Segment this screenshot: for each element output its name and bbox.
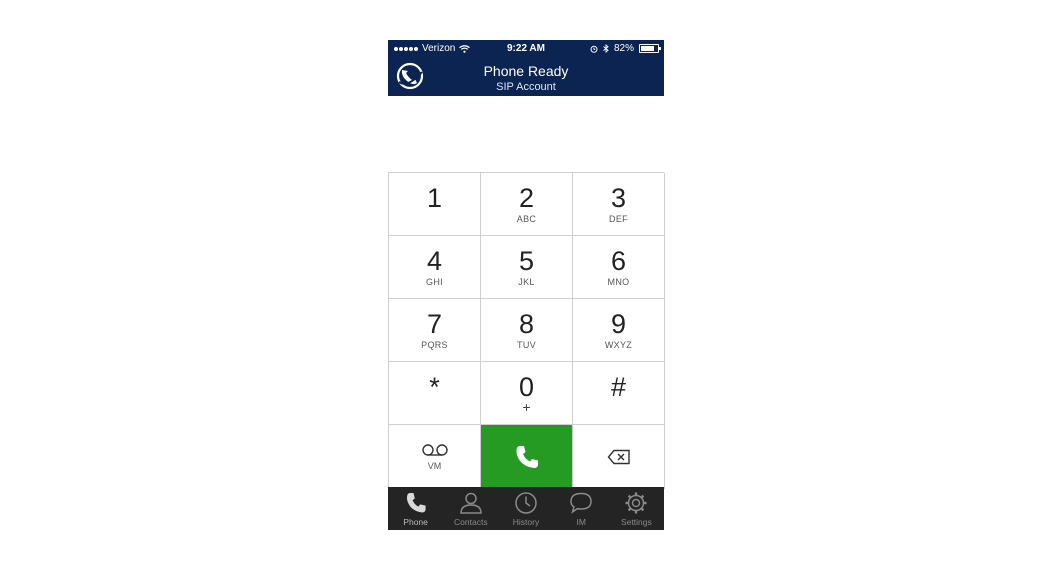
key-digit: #: [610, 372, 627, 402]
key-digit: 3: [610, 183, 627, 213]
backspace-icon: [607, 449, 630, 464]
tab-label: Settings: [621, 517, 652, 527]
key-9[interactable]: 9 WXYZ: [573, 299, 665, 362]
phone-icon: [406, 493, 426, 513]
key-0[interactable]: 0 +: [481, 362, 573, 425]
key-digit: 0: [518, 372, 535, 402]
tab-label: Contacts: [454, 517, 488, 527]
key-letters: PQRS: [421, 340, 448, 350]
status-bar: Verizon 9:22 AM 82%: [388, 40, 664, 57]
call-button[interactable]: [481, 425, 573, 489]
tab-im[interactable]: IM: [554, 487, 609, 530]
alarm-icon: [590, 45, 598, 53]
voicemail-button[interactable]: VM: [389, 425, 481, 489]
key-star[interactable]: *: [389, 362, 481, 425]
key-5[interactable]: 5 JKL: [481, 236, 573, 299]
key-letters: MNO: [607, 277, 630, 287]
key-letters: GHI: [426, 277, 443, 287]
backspace-button[interactable]: [573, 425, 665, 489]
header-subtitle: SIP Account: [496, 81, 556, 93]
chat-bubble-icon: [570, 492, 592, 514]
bluetooth-icon: [603, 44, 609, 53]
battery-icon: [639, 44, 661, 53]
key-digit: 4: [426, 246, 443, 276]
key-letters: DEF: [609, 214, 628, 224]
status-right: 82%: [590, 43, 661, 54]
voicemail-icon: [421, 443, 448, 456]
dial-keypad: 1 2 ABC 3 DEF 4 GHI 5 JKL 6 MNO 7 PQRS 8: [388, 172, 665, 489]
key-plus: +: [522, 399, 531, 415]
voicemail-label: VM: [427, 460, 442, 471]
key-digit: 2: [518, 183, 535, 213]
key-hash[interactable]: #: [573, 362, 665, 425]
tab-contacts[interactable]: Contacts: [443, 487, 498, 530]
battery-percent: 82%: [613, 43, 634, 54]
app-header: Verizon 9:22 AM 82% Phone Ready SIP Acco…: [388, 40, 664, 96]
key-digit: 9: [610, 309, 627, 339]
tab-label: IM: [576, 517, 586, 527]
key-2[interactable]: 2 ABC: [481, 173, 573, 236]
key-3[interactable]: 3 DEF: [573, 173, 665, 236]
key-digit: 7: [426, 309, 443, 339]
tab-settings[interactable]: Settings: [609, 487, 664, 530]
key-digit: 8: [518, 309, 535, 339]
key-letters: JKL: [518, 277, 535, 287]
header-title: Phone Ready: [483, 63, 569, 79]
contacts-icon: [460, 492, 482, 514]
tab-label: Phone: [403, 517, 428, 527]
key-8[interactable]: 8 TUV: [481, 299, 573, 362]
key-digit: 1: [426, 183, 443, 213]
gear-icon: [625, 492, 647, 514]
key-digit: *: [429, 372, 440, 402]
key-letters: TUV: [517, 340, 536, 350]
key-7[interactable]: 7 PQRS: [389, 299, 481, 362]
phone-app: Verizon 9:22 AM 82% Phone Ready SIP Acco…: [388, 40, 665, 530]
key-4[interactable]: 4 GHI: [389, 236, 481, 299]
key-6[interactable]: 6 MNO: [573, 236, 665, 299]
clock-icon: [515, 492, 537, 514]
key-digit: 5: [518, 246, 535, 276]
key-digit: 6: [610, 246, 627, 276]
tab-bar: Phone Contacts History IM Settings: [388, 487, 664, 530]
tab-history[interactable]: History: [498, 487, 553, 530]
key-1[interactable]: 1: [389, 173, 481, 236]
tab-phone[interactable]: Phone: [388, 487, 443, 530]
key-letters: ABC: [516, 214, 537, 224]
tab-label: History: [512, 517, 540, 527]
phone-icon: [515, 445, 538, 468]
key-letters: WXYZ: [604, 340, 633, 350]
